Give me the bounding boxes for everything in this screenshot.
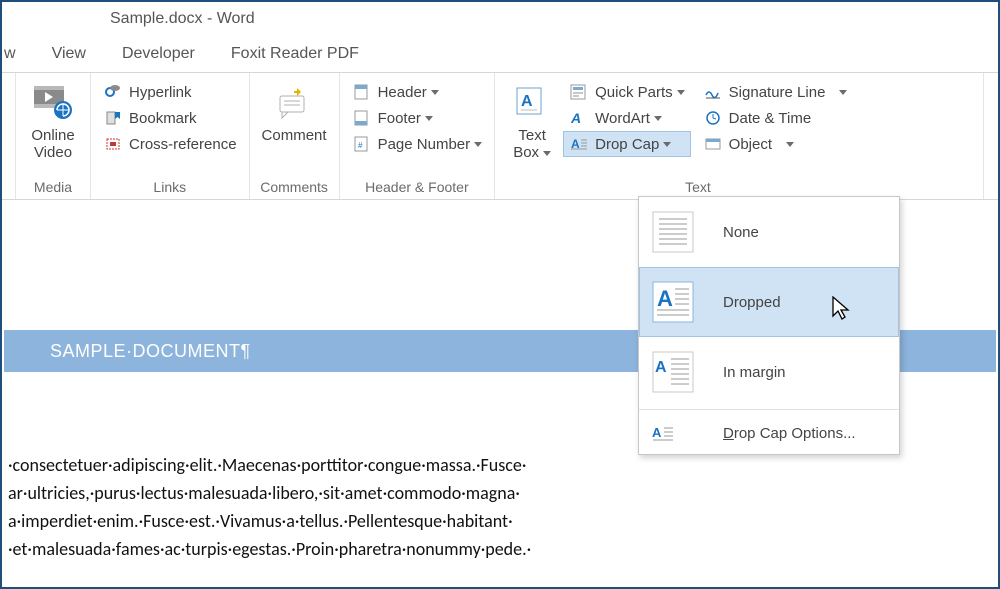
group-label-comments: Comments [250,176,339,199]
hyperlink-label: Hyperlink [129,84,192,101]
drop-cap-icon: A [569,135,589,153]
svg-text:A: A [655,359,667,376]
text-box-label: Text Box [513,127,551,162]
wordart-icon: A [569,109,589,127]
drop-cap-option-dropped[interactable]: A Dropped [639,267,899,337]
header-icon [352,83,372,101]
ribbon-group-truncated-left: a [2,73,16,199]
group-label-links: Links [91,176,249,199]
drop-cap-none-label: None [723,224,759,241]
online-video-button[interactable]: Online Video [22,77,84,164]
drop-cap-dropdown-caret [663,142,671,147]
svg-text:A: A [657,286,673,311]
tab-foxit-reader-pdf[interactable]: Foxit Reader PDF [213,45,377,63]
hyperlink-icon [103,83,123,101]
date-time-button[interactable]: Date & Time [697,105,854,131]
wordart-button[interactable]: A WordArt [563,105,691,131]
drop-cap-option-in-margin[interactable]: A In margin [639,337,899,407]
tab-view[interactable]: View [34,45,104,63]
group-label-media: Media [16,176,90,199]
object-icon [703,135,723,153]
body-line: a·imperdiet·enim.·Fusce·est.·Vivamus·a·t… [8,508,992,536]
menu-separator [639,409,899,410]
wordart-dropdown-caret [654,116,662,121]
bookmark-icon [103,109,123,127]
header-button[interactable]: Header [346,79,489,105]
cross-reference-icon [103,135,123,153]
body-line: ar·ultricies,·purus·lectus·malesuada·lib… [8,480,992,508]
tab-cut-left[interactable]: w [2,45,34,63]
document-heading-text: SAMPLE·DOCUMENT¶ [50,341,251,362]
comment-icon [271,79,317,125]
signature-line-label: Signature Line [729,84,826,101]
quick-parts-dropdown-caret [677,90,685,95]
group-label-header-footer: Header & Footer [340,176,495,199]
text-box-dropdown-caret [543,151,551,156]
ribbon-group-truncated-right [984,73,998,199]
drop-cap-dropped-label: Dropped [723,294,781,311]
object-button[interactable]: Object [697,131,854,157]
hyperlink-button[interactable]: Hyperlink [97,79,243,105]
drop-cap-dropped-icon: A [651,280,695,324]
header-label: Header [378,84,427,101]
body-line: ·et·malesuada·fames·ac·turpis·egestas.·P… [8,536,992,564]
drop-cap-none-icon [651,210,695,254]
ribbon-group-text: A Text Box Quick Parts A [495,73,984,199]
drop-cap-in-margin-icon: A [651,350,695,394]
drop-cap-options-label: Drop Cap Options... [723,425,856,442]
svg-text:A: A [652,425,662,440]
window-title: Sample.docx - Word [110,10,255,28]
body-line: ·consectetuer·adipiscing·elit.·Maecenas·… [8,452,992,480]
cross-reference-label: Cross-reference [129,136,237,153]
tab-developer[interactable]: Developer [104,45,213,63]
drop-cap-options-icon: A [651,422,695,444]
date-time-icon [703,109,723,127]
signature-line-button[interactable]: Signature Line [697,79,854,105]
footer-label: Footer [378,110,421,127]
bookmark-button[interactable]: Bookmark [97,105,243,131]
footer-icon [352,109,372,127]
footer-button[interactable]: Footer [346,105,489,131]
object-label: Object [729,136,772,153]
ribbon-tab-strip: w View Developer Foxit Reader PDF [2,36,998,72]
bookmark-label: Bookmark [129,110,197,127]
drop-cap-in-margin-label: In margin [723,364,786,381]
drop-cap-menu: None A Dropped A In margin A Drop Cap Op… [638,196,900,455]
object-dropdown-caret [786,142,794,147]
ribbon-group-comments: Comment Comments [250,73,340,199]
drop-cap-option-none[interactable]: None [639,197,899,267]
signature-line-icon [703,83,723,101]
title-bar: Sample.docx - Word [2,2,998,36]
drop-cap-label: Drop Cap [595,136,659,153]
quick-parts-button[interactable]: Quick Parts [563,79,691,105]
ribbon-group-header-footer: Header Footer # Page Number [340,73,496,199]
quick-parts-icon [569,83,589,101]
ribbon: a Online Vide [2,72,998,200]
drop-cap-options-menu-item[interactable]: A Drop Cap Options... [639,412,899,454]
ribbon-group-links: Hyperlink Bookmark Cross-reference Links [91,73,250,199]
text-box-button[interactable]: A Text Box [501,77,563,164]
comment-button[interactable]: Comment [256,77,333,146]
header-dropdown-caret [431,90,439,95]
svg-text:#: # [358,141,363,150]
page-number-icon: # [352,135,372,153]
wordart-label: WordArt [595,110,650,127]
comment-label: Comment [262,127,327,144]
footer-dropdown-caret [425,116,433,121]
page-number-dropdown-caret [474,142,482,147]
text-box-icon: A [509,79,555,125]
page-number-label: Page Number [378,136,471,153]
signature-line-dropdown-caret [839,90,847,95]
svg-text:A: A [521,93,533,110]
cross-reference-button[interactable]: Cross-reference [97,131,243,157]
document-body-text: ·consectetuer·adipiscing·elit.·Maecenas·… [4,452,996,564]
ribbon-group-media: Online Video Media [16,73,91,199]
svg-text:A: A [570,110,581,126]
quick-parts-label: Quick Parts [595,84,673,101]
online-video-label: Online Video [31,127,74,162]
page-number-button[interactable]: # Page Number [346,131,489,157]
drop-cap-button[interactable]: A Drop Cap [563,131,691,157]
online-video-icon [30,79,76,125]
date-time-label: Date & Time [729,110,812,127]
